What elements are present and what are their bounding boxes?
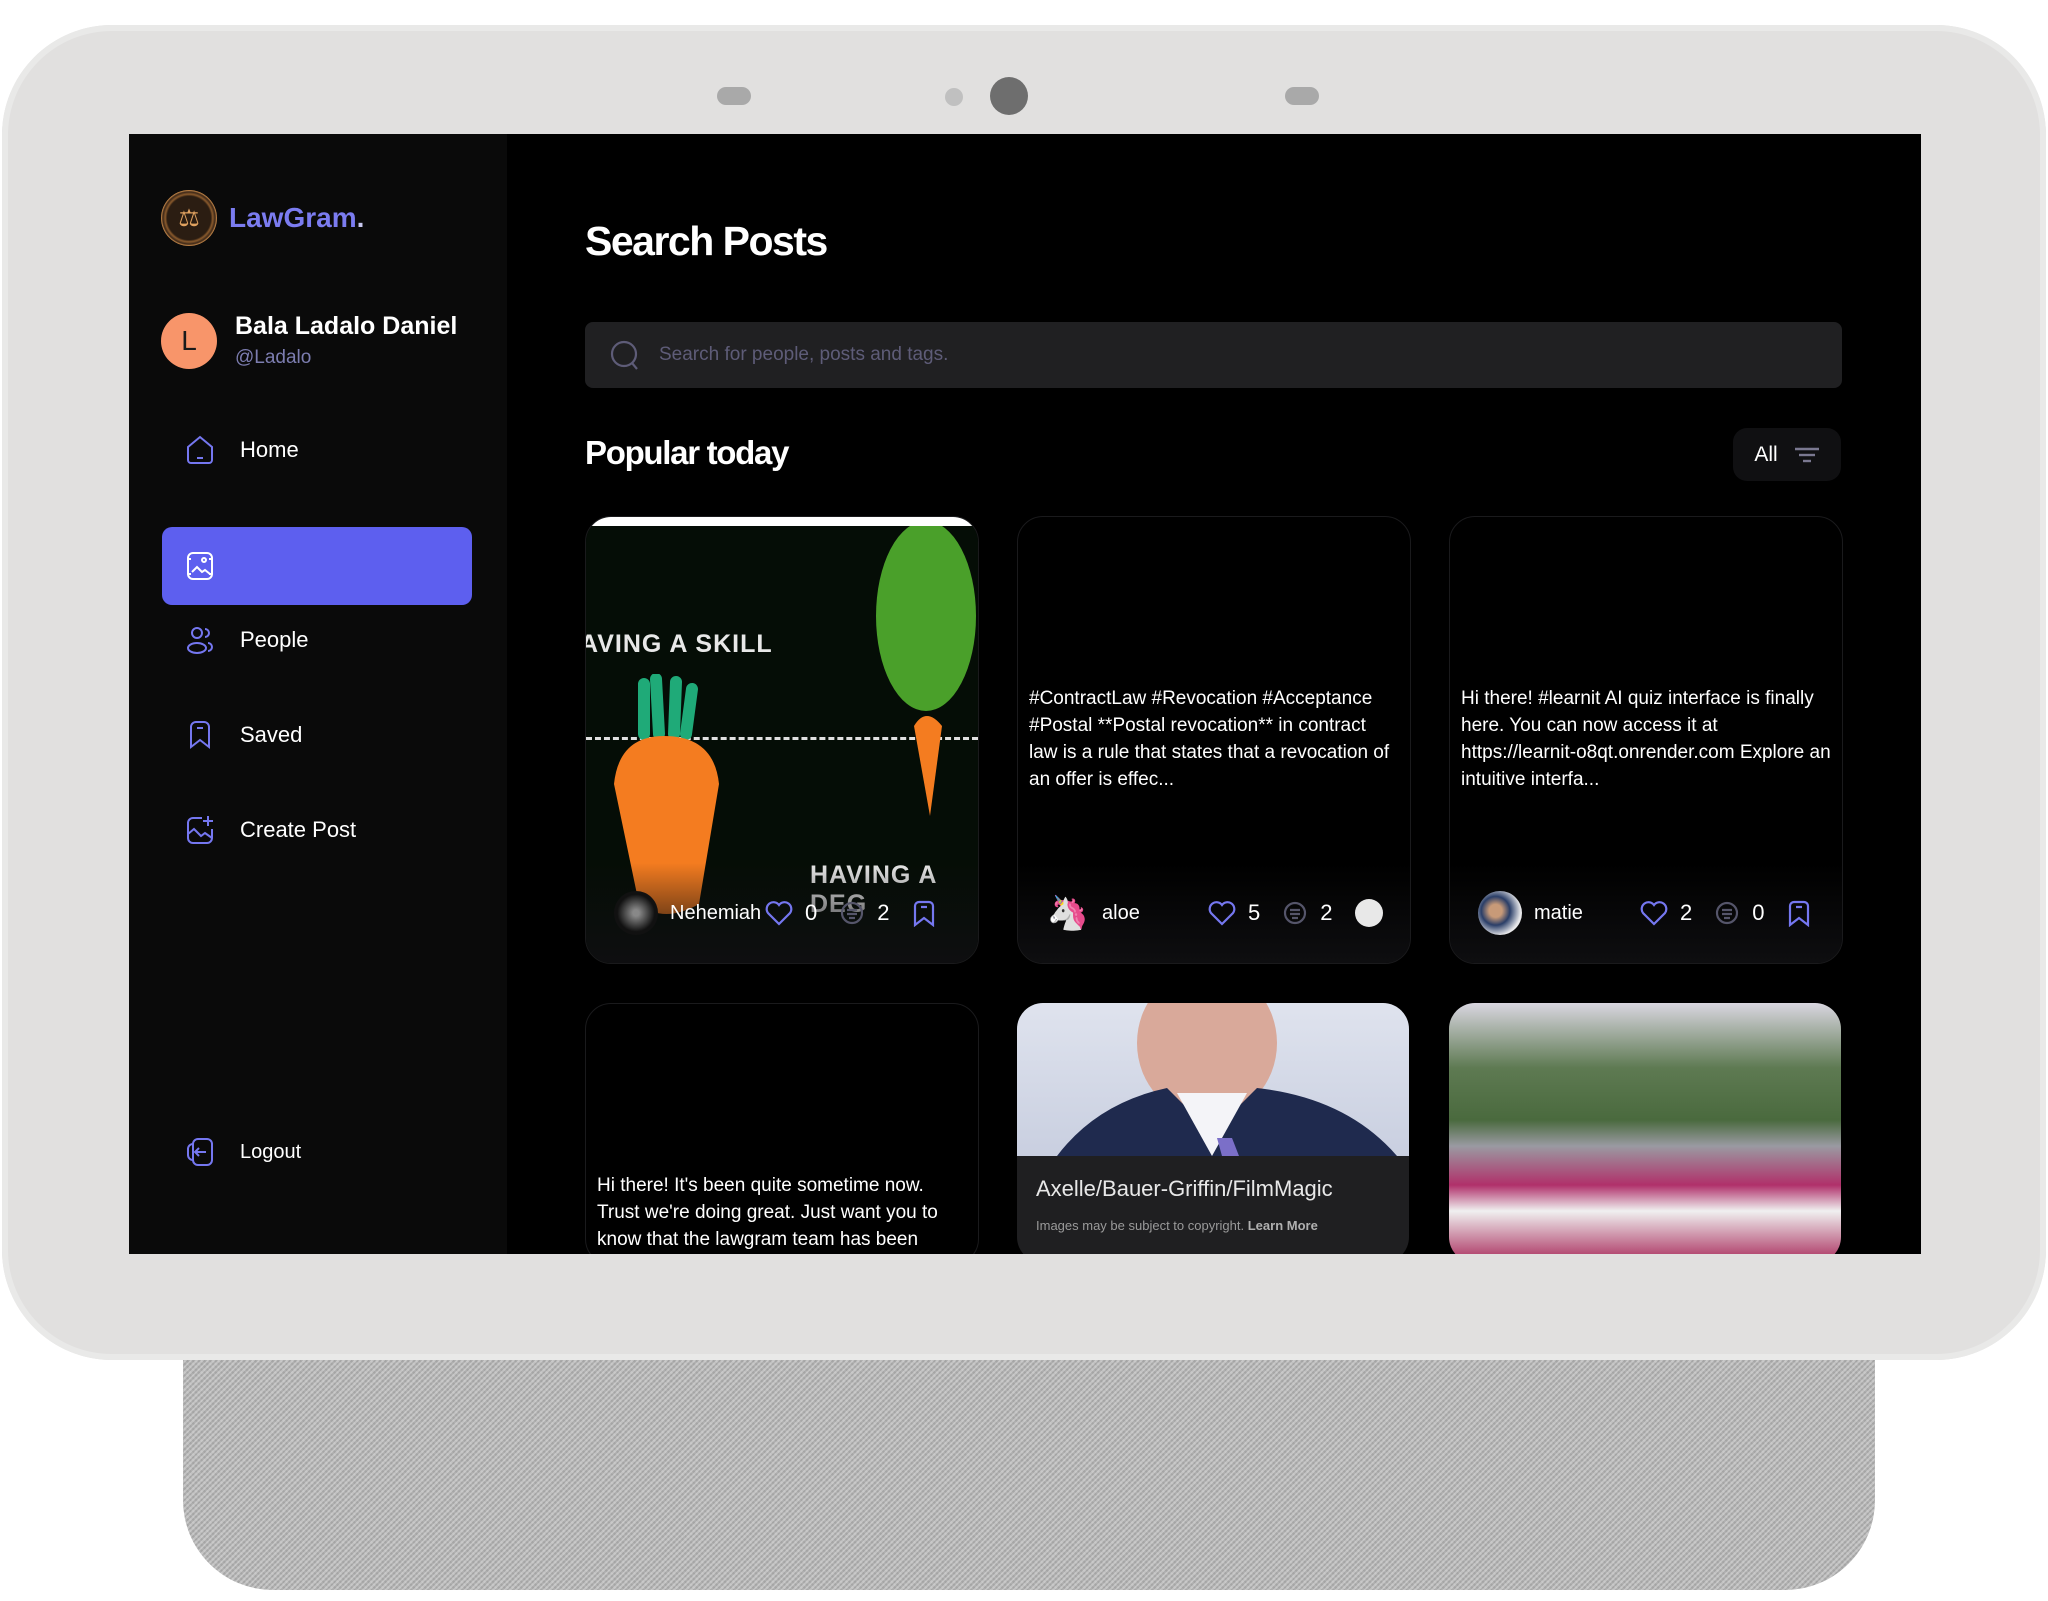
search-bar[interactable] bbox=[585, 322, 1842, 388]
logout-icon bbox=[184, 1136, 216, 1168]
light-sensor bbox=[945, 88, 963, 106]
sidebar-item-people[interactable]: People bbox=[162, 601, 472, 679]
main-content: Search Posts Popular today All AVING A S… bbox=[507, 134, 1921, 1254]
bookmark-loading-indicator[interactable] bbox=[1354, 899, 1383, 927]
image-caption: Axelle/Bauer-Griffin/FilmMagic Images ma… bbox=[1017, 1156, 1409, 1254]
comment-icon[interactable] bbox=[1282, 900, 1308, 926]
user-profile[interactable]: L Bala Ladalo Daniel @Ladalo bbox=[161, 312, 457, 369]
like-count: 0 bbox=[805, 900, 818, 925]
speaker-base bbox=[183, 1360, 1875, 1590]
logout-button[interactable]: Logout bbox=[162, 1113, 472, 1191]
bookmark-icon[interactable] bbox=[1787, 899, 1811, 927]
sensor-right bbox=[1285, 87, 1319, 105]
post-card[interactable]: Hi there! It's been quite sometime now. … bbox=[585, 1003, 979, 1254]
post-text: #ContractLaw #Revocation #Acceptance #Po… bbox=[1029, 688, 1390, 790]
post-footer: 🦄 aloe 5 2 bbox=[1018, 863, 1410, 963]
page-title: Search Posts bbox=[585, 218, 828, 264]
scales-logo-icon: ⚖ bbox=[161, 190, 217, 246]
logo[interactable]: ⚖ LawGram. bbox=[161, 190, 364, 246]
user-handle: @Ladalo bbox=[235, 347, 312, 368]
sidebar-item-home[interactable]: Home bbox=[162, 411, 472, 489]
heart-icon[interactable] bbox=[765, 900, 793, 926]
image-text: AVING A SKILL bbox=[585, 630, 773, 658]
author-avatar[interactable] bbox=[614, 891, 658, 935]
sidebar-item-label: Create Post bbox=[240, 817, 357, 842]
filter-label: All bbox=[1754, 442, 1778, 466]
sensor-left bbox=[717, 87, 751, 105]
author-name[interactable]: aloe bbox=[1102, 902, 1208, 925]
post-text: Hi there! #learnit AI quiz interface is … bbox=[1461, 688, 1831, 790]
gallery-icon bbox=[184, 550, 216, 582]
comment-count: 0 bbox=[1752, 900, 1765, 925]
sidebar-item-explore[interactable] bbox=[162, 527, 472, 605]
post-card[interactable]: AVING A SKILL HAVING A DEG Nehemiah 0 2 bbox=[585, 516, 979, 964]
caption-title: Axelle/Bauer-Griffin/FilmMagic bbox=[1036, 1176, 1333, 1201]
comment-count: 2 bbox=[1320, 900, 1333, 925]
user-name: Bala Ladalo Daniel bbox=[235, 312, 458, 340]
comment-icon[interactable] bbox=[1714, 900, 1740, 926]
filter-dropdown[interactable]: All bbox=[1733, 428, 1841, 481]
search-icon bbox=[610, 340, 638, 370]
bookmark-icon bbox=[184, 719, 216, 751]
avatar: L bbox=[161, 312, 217, 369]
post-card[interactable]: Hi there! #learnit AI quiz interface is … bbox=[1449, 516, 1843, 964]
people-icon bbox=[184, 624, 216, 656]
sidebar: ⚖ LawGram. L Bala Ladalo Daniel @Ladalo … bbox=[129, 134, 507, 1254]
screen: ⚖ LawGram. L Bala Ladalo Daniel @Ladalo … bbox=[129, 134, 1921, 1254]
heart-icon[interactable] bbox=[1208, 900, 1236, 926]
post-footer: Nehemiah 0 2 bbox=[586, 863, 978, 963]
logout-label: Logout bbox=[240, 1140, 302, 1163]
author-avatar[interactable] bbox=[1478, 891, 1522, 935]
sidebar-item-label: People bbox=[240, 627, 309, 652]
post-image bbox=[1449, 1003, 1841, 1254]
section-title: Popular today bbox=[585, 434, 789, 471]
camera-icon bbox=[990, 77, 1028, 115]
search-input[interactable] bbox=[657, 343, 1761, 367]
home-icon bbox=[184, 434, 216, 466]
post-text: Hi there! It's been quite sometime now. … bbox=[597, 1175, 938, 1250]
author-name[interactable]: Nehemiah bbox=[670, 902, 765, 925]
post-image bbox=[1017, 1003, 1409, 1156]
heart-icon[interactable] bbox=[1640, 900, 1668, 926]
bookmark-icon[interactable] bbox=[912, 899, 936, 927]
post-card[interactable]: Axelle/Bauer-Griffin/FilmMagic Images ma… bbox=[1017, 1003, 1409, 1254]
author-name[interactable]: matie bbox=[1534, 902, 1640, 925]
author-avatar[interactable]: 🦄 bbox=[1046, 891, 1090, 935]
filter-icon bbox=[1794, 447, 1819, 462]
comment-icon[interactable] bbox=[839, 900, 865, 926]
comment-count: 2 bbox=[877, 900, 890, 925]
small-carrot-illustration bbox=[876, 526, 976, 816]
post-footer: matie 2 0 bbox=[1450, 863, 1842, 963]
sidebar-item-label: Home bbox=[240, 437, 299, 462]
learn-more-link[interactable]: Learn More bbox=[1248, 1218, 1318, 1233]
post-card[interactable] bbox=[1449, 1003, 1841, 1254]
sidebar-item-create-post[interactable]: Create Post bbox=[162, 791, 472, 869]
like-count: 5 bbox=[1248, 900, 1261, 925]
app-name: LawGram. bbox=[229, 202, 365, 233]
sidebar-item-saved[interactable]: Saved bbox=[162, 696, 472, 774]
post-card[interactable]: #ContractLaw #Revocation #Acceptance #Po… bbox=[1017, 516, 1411, 964]
like-count: 2 bbox=[1680, 900, 1693, 925]
sidebar-item-label: Saved bbox=[240, 722, 303, 747]
add-image-icon bbox=[184, 814, 216, 846]
caption-subtitle: Images may be subject to copyright. Lear… bbox=[1036, 1218, 1318, 1233]
